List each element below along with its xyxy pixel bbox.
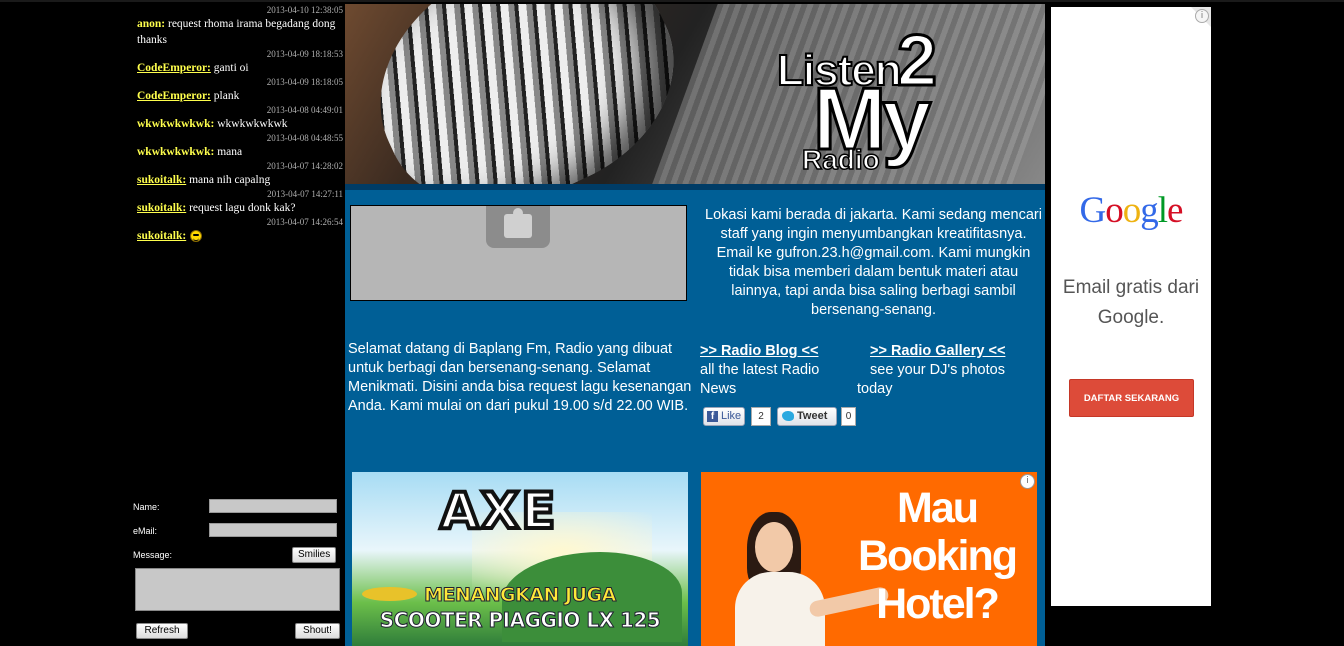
email-input[interactable]: [209, 523, 337, 537]
shout-nickname[interactable]: sukoitalk:: [137, 202, 186, 214]
smilies-button[interactable]: Smilies: [292, 547, 337, 563]
daftar-sekarang-button[interactable]: DAFTAR SEKARANG: [1069, 379, 1194, 417]
like-label: Like: [721, 410, 742, 422]
google-logo-letter: g: [1140, 190, 1158, 231]
logo-radio: Radio: [801, 143, 880, 176]
shout-line: anon: request rhoma irama begadang dong …: [137, 16, 343, 48]
top-border: [0, 0, 1344, 2]
shout-timestamp: 2013-04-07 14:27:11: [267, 189, 343, 199]
axe-ad-banner[interactable]: AXE MENANGKAN JUGA SCOOTER PIAGGIO LX 12…: [352, 472, 688, 646]
name-label: Name:: [133, 502, 160, 512]
shout-line: wkwkwkwkwk: mana: [137, 144, 343, 160]
facebook-like-button[interactable]: f Like: [703, 407, 745, 426]
shout-message: 2013-04-10 12:38:05 anon: request rhoma i…: [137, 4, 343, 48]
shout-button[interactable]: Shout!: [295, 623, 340, 639]
shout-message: 2013-04-09 18:18:53 CodeEmperor: ganti oi: [137, 48, 343, 76]
shout-text: mana: [214, 146, 243, 158]
google-logo-letter: o: [1105, 190, 1123, 231]
shout-message: 2013-04-07 14:28:02 sukoitalk: mana nih c…: [137, 160, 343, 188]
info-icon[interactable]: i: [1020, 474, 1035, 489]
shout-message: 2013-04-08 04:48:55 wkwkwkwkwk: mana: [137, 132, 343, 160]
info-text: Lokasi kami berada di jakarta. Kami seda…: [705, 207, 1042, 318]
shout-timestamp: 2013-04-07 14:28:02: [266, 161, 343, 171]
shout-timestamp: 2013-04-07 14:26:54: [266, 217, 343, 227]
shoutbox-messages[interactable]: 2013-04-10 12:38:05 anon: request rhoma i…: [137, 4, 343, 244]
microphone-graphic: [345, 4, 710, 184]
radio-gallery-link[interactable]: >> Radio Gallery <<: [870, 343, 1005, 359]
shout-line: sukoitalk: mana nih capalng: [137, 172, 343, 188]
face-shape: [755, 522, 793, 572]
shout-line: CodeEmperor: ganti oi: [137, 60, 343, 76]
site-logo[interactable]: Listen 2 My Radio: [776, 20, 1007, 176]
missing-plugin-box[interactable]: [350, 205, 687, 301]
tweet-count: 0: [841, 407, 856, 426]
google-ad[interactable]: i Google Email gratis dari Google. DAFTA…: [1051, 7, 1211, 606]
google-logo-letter: o: [1122, 190, 1141, 231]
shout-text: ganti oi: [210, 62, 249, 74]
tweet-label: Tweet: [797, 410, 828, 422]
shout-nickname: wkwkwkwkwk:: [137, 146, 215, 158]
facebook-icon: f: [707, 411, 718, 422]
message-textarea[interactable]: [135, 568, 340, 611]
axe-ad-line2: SCOOTER PIAGGIO LX 125: [379, 608, 661, 633]
shout-message: 2013-04-07 14:26:54 sukoitalk:: [137, 216, 343, 244]
email-label: eMail:: [133, 526, 158, 536]
radio-gallery-section: >> Radio Gallery << see your DJ's photos…: [857, 342, 1042, 399]
google-logo-letter: e: [1167, 190, 1183, 231]
puzzle-plugin-icon: [486, 206, 550, 248]
shout-text: request rhoma irama begadang dong thanks: [137, 18, 336, 46]
smiley-icon: [190, 230, 203, 243]
shout-line: sukoitalk: request lagu donk kak?: [137, 200, 343, 216]
shout-line: wkwkwkwkwk: wkwkwkwkwk: [137, 116, 343, 132]
hotel-ad-banner[interactable]: Mau Booking Hotel? i: [701, 472, 1037, 646]
shout-text: request lagu donk kak?: [186, 202, 296, 214]
shout-timestamp: 2013-04-10 12:38:05: [266, 5, 343, 15]
info-icon[interactable]: i: [1195, 9, 1209, 23]
refresh-button[interactable]: Refresh: [136, 623, 188, 639]
shout-nickname: anon:: [137, 18, 166, 30]
axe-logo: AXE: [438, 480, 558, 542]
message-label: Message:: [133, 550, 173, 560]
shout-message: 2013-04-08 04:49:01 wkwkwkwkwk: wkwkwkwkw…: [137, 104, 343, 132]
main-content: Listen 2 My Radio Lokasi kami berada di …: [345, 4, 1045, 646]
shout-timestamp: 2013-04-08 04:48:55: [266, 133, 343, 143]
shoutbox: 2013-04-10 12:38:05 anon: request rhoma i…: [133, 4, 343, 646]
radio-blog-link[interactable]: >> Radio Blog <<: [700, 343, 818, 359]
banner-divider: [345, 184, 1045, 190]
shout-line: CodeEmperor: plank: [137, 88, 343, 104]
tweet-button[interactable]: Tweet: [777, 407, 837, 426]
welcome-text: Selamat datang di Baplang Fm, Radio yang…: [348, 341, 692, 414]
shout-timestamp: 2013-04-08 04:49:01: [266, 105, 343, 115]
shout-text: plank: [210, 90, 240, 102]
google-logo: Google: [1051, 189, 1211, 232]
shout-text: wkwkwkwkwk: [214, 118, 288, 130]
shout-timestamp: 2013-04-09 18:18:53: [266, 49, 343, 59]
shout-timestamp: 2013-04-09 18:18:05: [266, 77, 343, 87]
woman-photo: [729, 512, 890, 646]
radio-blog-desc: all the latest Radio News: [700, 362, 820, 397]
google-ad-text: Email gratis dari Google.: [1062, 277, 1200, 328]
shout-nickname[interactable]: CodeEmperor:: [137, 90, 211, 102]
shout-nickname: wkwkwkwkwk:: [137, 118, 215, 130]
shout-text: mana nih capalng: [186, 174, 271, 186]
twitter-bird-icon: [782, 411, 794, 421]
axe-ad-line1: MENANGKAN JUGA: [424, 584, 617, 607]
shout-nickname[interactable]: CodeEmperor:: [137, 62, 211, 74]
google-logo-letter: l: [1157, 190, 1168, 231]
shout-line: sukoitalk:: [137, 228, 343, 244]
shout-nickname[interactable]: sukoitalk:: [137, 174, 186, 186]
name-input[interactable]: [209, 499, 337, 513]
google-logo-letter: G: [1079, 190, 1107, 231]
radio-gallery-desc: see your DJ's photos: [870, 362, 1005, 378]
radio-blog-section: >> Radio Blog << all the latest Radio Ne…: [700, 342, 840, 399]
radio-gallery-desc-2: today: [857, 381, 893, 397]
like-count: 2: [751, 407, 771, 426]
shout-message: 2013-04-07 14:27:11 sukoitalk: request la…: [137, 188, 343, 216]
header-banner: Listen 2 My Radio: [345, 4, 1045, 184]
shout-message: 2013-04-09 18:18:05 CodeEmperor: plank: [137, 76, 343, 104]
hotel-ad-headline: Mau Booking Hotel?: [858, 484, 1018, 628]
shout-nickname[interactable]: sukoitalk:: [137, 230, 186, 242]
